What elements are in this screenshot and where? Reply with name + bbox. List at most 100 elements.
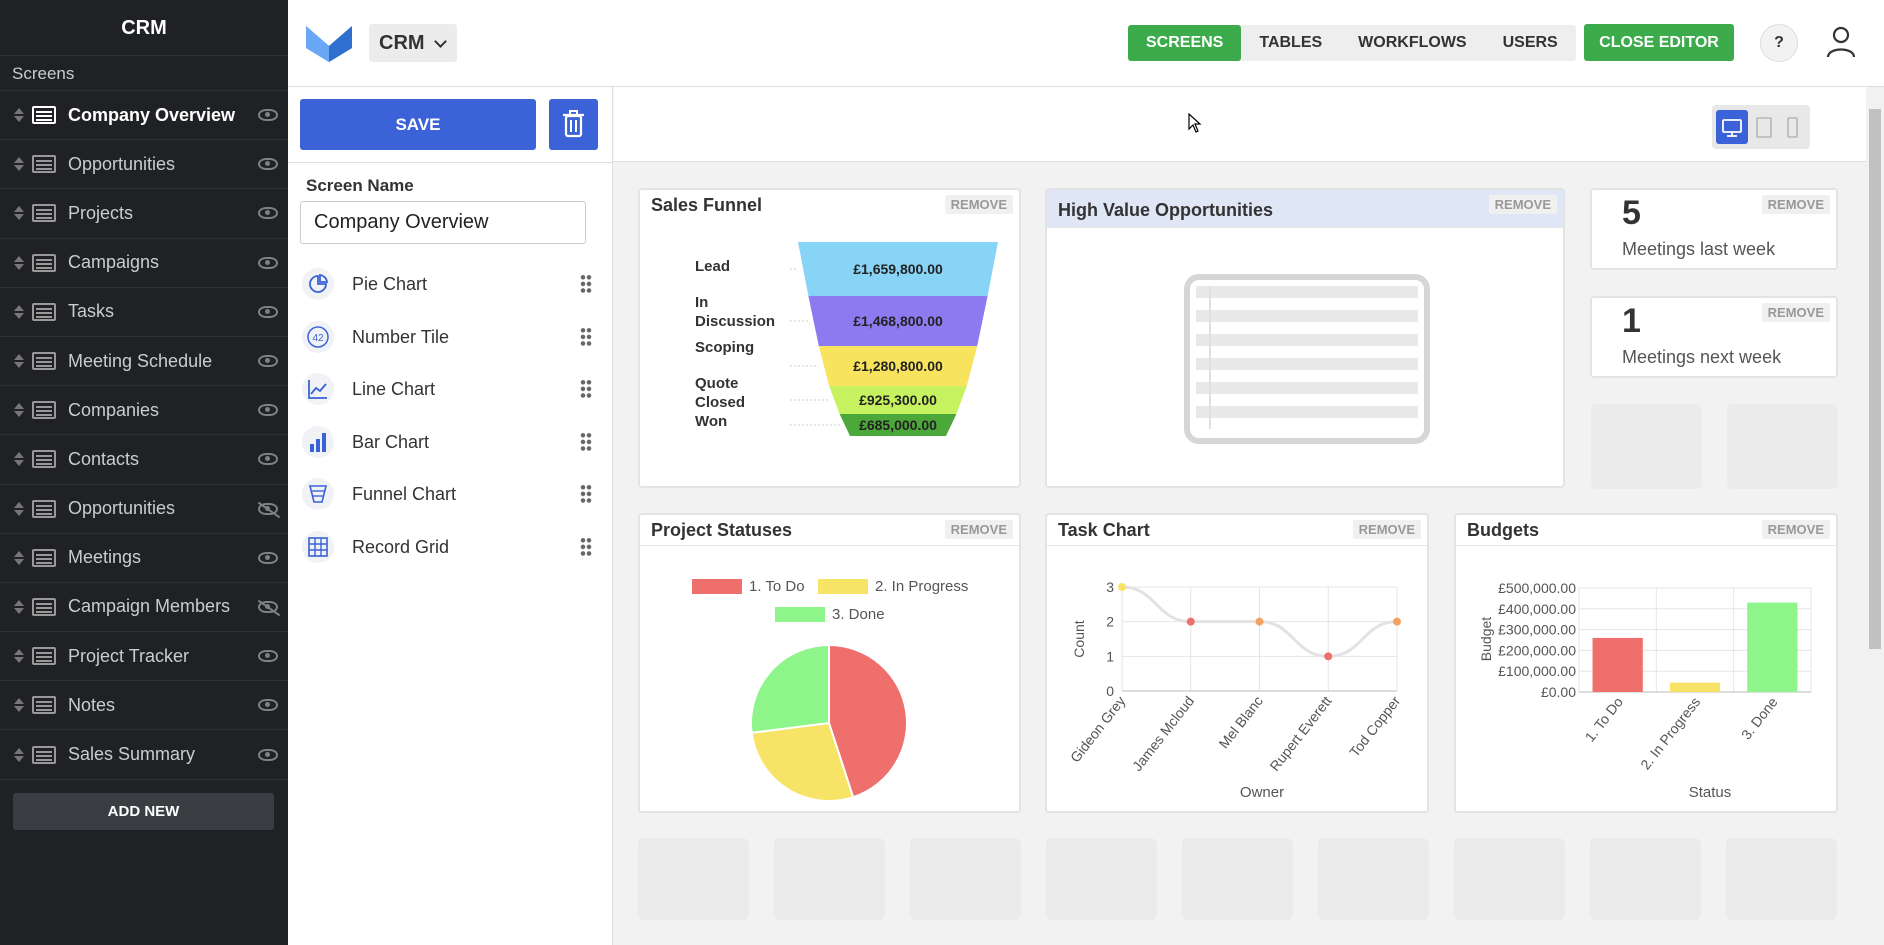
- reorder-handle-icon[interactable]: [10, 747, 28, 762]
- sidebar-item-screen[interactable]: Companies: [0, 386, 288, 436]
- sidebar-item-screen[interactable]: Company Overview: [0, 91, 288, 141]
- desktop-icon: [1722, 119, 1742, 137]
- reorder-handle-icon[interactable]: [10, 304, 28, 319]
- record-grid-icon: [302, 531, 334, 563]
- sidebar-item-screen[interactable]: Tasks: [0, 288, 288, 337]
- eye-icon[interactable]: [258, 158, 278, 171]
- eye-icon[interactable]: [258, 453, 278, 466]
- sidebar-item-screen[interactable]: Campaign Members: [0, 583, 288, 633]
- help-button[interactable]: ?: [1760, 24, 1798, 62]
- add-new-screen-button[interactable]: ADD NEW: [13, 793, 274, 830]
- sidebar-item-screen[interactable]: Contacts: [0, 435, 288, 485]
- empty-grid-slot[interactable]: [1318, 838, 1429, 920]
- meetings-last-week-tile[interactable]: 5 Meetings last week REMOVE: [1590, 188, 1838, 270]
- user-account-icon[interactable]: [1826, 26, 1856, 58]
- delete-screen-button[interactable]: [549, 99, 598, 150]
- screen-layout-icon: [32, 204, 56, 223]
- close-editor-button[interactable]: CLOSE EDITOR: [1584, 24, 1734, 61]
- empty-grid-slot[interactable]: [1591, 404, 1702, 489]
- reorder-handle-icon[interactable]: [10, 354, 28, 369]
- mobile-preview-button[interactable]: [1776, 110, 1808, 144]
- eye-icon[interactable]: [258, 355, 278, 368]
- task-chart-widget[interactable]: Task Chart REMOVE 0 1 2 3 Gideon Grey James M…: [1045, 513, 1429, 813]
- remove-widget-button[interactable]: REMOVE: [1761, 195, 1830, 214]
- tab-screens[interactable]: SCREENS: [1128, 25, 1242, 61]
- empty-grid-slot[interactable]: [1590, 838, 1701, 920]
- empty-grid-slot[interactable]: [1454, 838, 1565, 920]
- drag-handle-icon[interactable]: [580, 274, 592, 294]
- budgets-widget[interactable]: Budgets REMOVE £0.00 £100,000.00 £200,000.…: [1454, 513, 1838, 813]
- desktop-preview-button[interactable]: [1716, 110, 1748, 144]
- remove-widget-button[interactable]: REMOVE: [944, 520, 1013, 539]
- sidebar-item-screen[interactable]: Notes: [0, 681, 288, 731]
- app-switcher-dropdown[interactable]: CRM: [369, 24, 457, 62]
- remove-widget-button[interactable]: REMOVE: [1352, 520, 1421, 539]
- drag-handle-icon[interactable]: [580, 537, 592, 557]
- high-value-opportunities-widget[interactable]: High Value Opportunities REMOVE: [1045, 188, 1565, 488]
- funnel-chart: £1,659,800.00 £1,468,800.00 £1,280,800.00 £…: [695, 242, 998, 436]
- drag-handle-icon[interactable]: [580, 327, 592, 347]
- reorder-handle-icon[interactable]: [10, 206, 28, 221]
- eye-icon[interactable]: [258, 551, 278, 564]
- project-statuses-widget[interactable]: Project Statuses REMOVE 1. To Do 2. In Pr…: [638, 513, 1021, 813]
- reorder-handle-icon[interactable]: [10, 255, 28, 270]
- sidebar-item-screen[interactable]: Meeting Schedule: [0, 337, 288, 387]
- meetings-next-week-tile[interactable]: 1 Meetings next week REMOVE: [1590, 296, 1838, 378]
- empty-grid-slot[interactable]: [1727, 404, 1838, 489]
- eye-icon[interactable]: [258, 207, 278, 220]
- drag-handle-icon[interactable]: [580, 379, 592, 399]
- save-button[interactable]: SAVE: [300, 99, 536, 150]
- screen-name-input[interactable]: [300, 201, 586, 244]
- reorder-handle-icon[interactable]: [10, 698, 28, 713]
- sidebar-item-screen[interactable]: Project Tracker: [0, 632, 288, 682]
- eye-icon[interactable]: [258, 650, 278, 663]
- component-number-tile[interactable]: 42 Number Tile: [300, 317, 600, 357]
- remove-widget-button[interactable]: REMOVE: [1761, 303, 1830, 322]
- eye-icon[interactable]: [258, 305, 278, 318]
- tab-tables[interactable]: TABLES: [1241, 25, 1340, 61]
- remove-widget-button[interactable]: REMOVE: [944, 195, 1013, 214]
- x-tick-label: Gideon Grey: [1067, 693, 1128, 765]
- reorder-handle-icon[interactable]: [10, 649, 28, 664]
- component-funnel-chart[interactable]: Funnel Chart: [300, 474, 600, 514]
- eye-icon[interactable]: [258, 404, 278, 417]
- sidebar-item-screen[interactable]: Projects: [0, 189, 288, 239]
- tab-workflows[interactable]: WORKFLOWS: [1340, 25, 1484, 61]
- reorder-handle-icon[interactable]: [10, 550, 28, 565]
- empty-grid-slot[interactable]: [1046, 838, 1157, 920]
- empty-grid-slot[interactable]: [774, 838, 885, 920]
- sidebar-item-screen[interactable]: Sales Summary: [0, 730, 288, 780]
- component-bar-chart[interactable]: Bar Chart: [300, 422, 600, 462]
- sidebar-item-screen[interactable]: Meetings: [0, 534, 288, 583]
- sales-funnel-widget[interactable]: Sales Funnel REMOVE £1,659,800.00 £1,468,…: [638, 188, 1021, 488]
- eye-icon[interactable]: [258, 109, 278, 122]
- scrollbar-thumb[interactable]: [1869, 109, 1881, 649]
- eye-icon[interactable]: [258, 748, 278, 761]
- eye-off-icon[interactable]: [258, 600, 278, 613]
- reorder-handle-icon[interactable]: [10, 157, 28, 172]
- tab-users[interactable]: USERS: [1485, 25, 1576, 61]
- sidebar-item-screen[interactable]: Opportunities: [0, 485, 288, 534]
- reorder-handle-icon[interactable]: [10, 403, 28, 418]
- empty-grid-slot[interactable]: [910, 838, 1021, 920]
- empty-grid-slot[interactable]: [638, 838, 749, 920]
- reorder-handle-icon[interactable]: [10, 452, 28, 467]
- drag-handle-icon[interactable]: [580, 432, 592, 452]
- component-record-grid[interactable]: Record Grid: [300, 527, 600, 567]
- eye-off-icon[interactable]: [258, 502, 278, 515]
- empty-grid-slot[interactable]: [1726, 838, 1837, 920]
- component-line-chart[interactable]: Line Chart: [300, 369, 600, 409]
- eye-icon[interactable]: [258, 256, 278, 269]
- component-pie-chart[interactable]: Pie Chart: [300, 264, 600, 304]
- reorder-handle-icon[interactable]: [10, 599, 28, 614]
- reorder-handle-icon[interactable]: [10, 108, 28, 123]
- sidebar-item-screen[interactable]: Campaigns: [0, 239, 288, 288]
- drag-handle-icon[interactable]: [580, 484, 592, 504]
- remove-widget-button[interactable]: REMOVE: [1761, 520, 1830, 539]
- eye-icon[interactable]: [258, 699, 278, 712]
- remove-widget-button[interactable]: REMOVE: [1488, 195, 1557, 214]
- reorder-handle-icon[interactable]: [10, 501, 28, 516]
- empty-grid-slot[interactable]: [1182, 838, 1293, 920]
- canvas-scrollbar[interactable]: [1866, 87, 1884, 945]
- sidebar-item-screen[interactable]: Opportunities: [0, 140, 288, 190]
